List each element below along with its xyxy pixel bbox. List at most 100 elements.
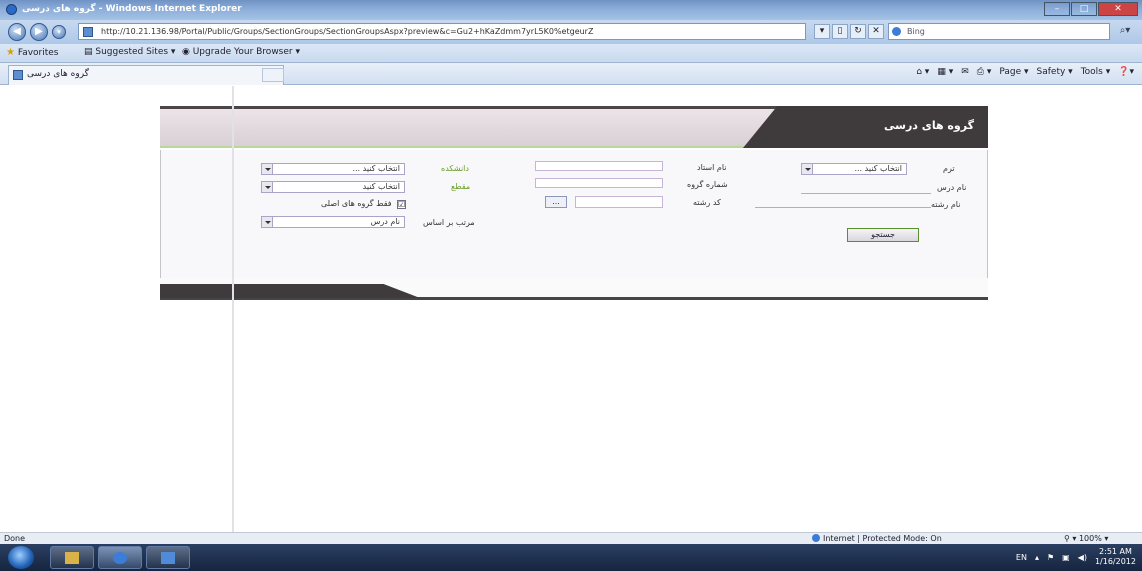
address-dropdown-button[interactable]: ▾	[814, 24, 830, 39]
zoom-level: 100%	[1078, 534, 1102, 543]
address-bar-row: ◀ ▶ ▾ http://10.21.136.98/Portal/Public/…	[0, 20, 1142, 44]
page-icon	[83, 27, 93, 37]
maximize-button[interactable]: □	[1071, 2, 1097, 16]
system-tray: EN ▴ ⚑ ▣ ◀) 2:51 AM 1/16/2012	[1016, 547, 1136, 567]
zoom-control[interactable]: ⚲ ▾ 100% ▾	[1064, 533, 1108, 544]
course-name-label: نام درس	[937, 183, 967, 192]
tab-page-icon	[13, 70, 23, 80]
compatibility-icon[interactable]: ▯	[832, 24, 848, 39]
chevron-down-icon	[262, 164, 273, 174]
stop-icon[interactable]: ✕	[868, 24, 884, 39]
search-icon[interactable]: ⌕▾	[1114, 23, 1136, 40]
sort-by-label: مرتب بر اساس	[423, 218, 475, 227]
browse-button[interactable]: ...	[545, 196, 567, 208]
security-zone[interactable]: Internet | Protected Mode: On	[812, 533, 942, 544]
term-select[interactable]: انتخاب کنید ...	[801, 163, 907, 175]
suggested-sites-link[interactable]: ▤ Suggested Sites ▾	[84, 47, 175, 57]
security-zone-label: Internet | Protected Mode: On	[823, 534, 942, 543]
faculty-select[interactable]: انتخاب کنید ...	[261, 163, 405, 175]
major-name-input[interactable]	[755, 207, 931, 208]
teacher-name-label: نام استاد	[697, 163, 727, 172]
faculty-label: دانشکده	[441, 164, 469, 173]
taskbar-internet-explorer[interactable]	[98, 546, 142, 569]
page-menu[interactable]: Page ▾	[999, 67, 1028, 77]
recent-pages-button[interactable]: ▾	[52, 25, 66, 39]
minimize-button[interactable]: –	[1044, 2, 1070, 16]
globe-icon	[812, 534, 820, 542]
media-player-icon	[161, 552, 175, 564]
help-icon[interactable]: ❓▾	[1118, 67, 1134, 77]
bing-icon	[892, 27, 901, 36]
term-select-value: انتخاب کنید ...	[854, 164, 902, 173]
folder-icon	[65, 552, 79, 564]
language-indicator[interactable]: EN	[1016, 553, 1027, 562]
search-button[interactable]: جستجو	[847, 228, 919, 242]
status-bar: Done Internet | Protected Mode: On ⚲ ▾ 1…	[0, 532, 1142, 544]
major-code-label: کد رشته	[693, 198, 721, 207]
search-form: ترم انتخاب کنید ... نام استاد دانشکده ان…	[160, 150, 988, 278]
faculty-select-value: انتخاب کنید ...	[352, 164, 400, 173]
scan-streak	[232, 86, 234, 532]
print-icon[interactable]: ⎙ ▾	[977, 67, 992, 77]
tab-title: گروه های درسی	[27, 69, 89, 79]
level-label: مقطع	[451, 182, 471, 191]
teacher-name-input[interactable]	[535, 161, 663, 171]
status-text: Done	[4, 534, 26, 543]
panel-footer-tab	[160, 284, 420, 298]
ie-icon	[113, 552, 127, 564]
start-button[interactable]	[8, 546, 34, 569]
home-icon[interactable]: ⌂ ▾	[916, 67, 929, 77]
taskbar-explorer[interactable]	[50, 546, 94, 569]
panel-header: گروه های درسی	[160, 106, 988, 148]
clock-time: 2:51 AM	[1099, 547, 1132, 556]
mail-icon[interactable]: ✉	[961, 67, 969, 77]
taskbar: EN ▴ ⚑ ▣ ◀) 2:51 AM 1/16/2012	[0, 544, 1142, 571]
taskbar-media-player[interactable]	[146, 546, 190, 569]
major-code-input[interactable]	[575, 196, 663, 208]
search-input[interactable]: Bing	[888, 23, 1110, 40]
course-name-input[interactable]	[801, 193, 931, 194]
page-title: گروه های درسی	[884, 119, 974, 132]
level-select-value: انتخاب کنید	[362, 182, 400, 191]
refresh-icon[interactable]: ↻	[850, 24, 866, 39]
back-button[interactable]: ◀	[8, 23, 26, 41]
address-input[interactable]: http://10.21.136.98/Portal/Public/Groups…	[78, 23, 806, 40]
safety-menu[interactable]: Safety ▾	[1037, 67, 1073, 77]
course-groups-panel: گروه های درسی ترم انتخاب کنید ... نام اس…	[160, 106, 988, 300]
window-title: گروه های درسی - Windows Internet Explore…	[22, 4, 242, 14]
chevron-down-icon	[802, 164, 813, 174]
term-label: ترم	[943, 164, 955, 173]
show-hidden-icons-icon[interactable]: ▴	[1035, 553, 1039, 562]
network-icon[interactable]: ▣	[1062, 553, 1070, 562]
search-placeholder: Bing	[907, 27, 925, 36]
feeds-icon[interactable]: ▦ ▾	[937, 67, 953, 77]
chevron-down-icon	[262, 182, 273, 192]
new-tab-button[interactable]	[262, 68, 284, 82]
forward-button[interactable]: ▶	[30, 23, 48, 41]
upgrade-browser-link[interactable]: ◉ Upgrade Your Browser ▾	[182, 47, 300, 57]
favorites-button[interactable]: ★ Favorites	[6, 47, 59, 58]
tools-menu[interactable]: Tools ▾	[1081, 67, 1111, 77]
upgrade-browser-label: Upgrade Your Browser ▾	[192, 47, 300, 57]
sort-by-select-value: نام درس	[370, 217, 400, 226]
major-name-label: نام رشته	[931, 200, 961, 209]
main-groups-only-checkbox[interactable]: ☑	[397, 200, 406, 209]
command-buttons: ⌂ ▾ ▦ ▾ ✉ ⎙ ▾ Page ▾ Safety ▾ Tools ▾ ❓▾	[916, 67, 1134, 77]
command-bar: گروه های درسی ⌂ ▾ ▦ ▾ ✉ ⎙ ▾ Page ▾ Safet…	[0, 63, 1142, 85]
tab-active[interactable]: گروه های درسی	[8, 65, 284, 85]
chevron-down-icon	[262, 217, 273, 227]
flag-icon[interactable]: ⚑	[1047, 553, 1054, 562]
group-number-input[interactable]	[535, 178, 663, 188]
suggested-sites-label: Suggested Sites ▾	[95, 47, 176, 57]
sort-by-select[interactable]: نام درس	[261, 216, 405, 228]
window-title-bar: گروه های درسی - Windows Internet Explore…	[0, 0, 1142, 20]
clock-date: 1/16/2012	[1094, 557, 1136, 566]
clock[interactable]: 2:51 AM 1/16/2012	[1095, 547, 1136, 567]
window-controls: – □ ✕	[1043, 2, 1138, 16]
close-button[interactable]: ✕	[1098, 2, 1138, 16]
star-icon: ★	[6, 47, 15, 58]
favorites-label: Favorites	[17, 48, 59, 58]
level-select[interactable]: انتخاب کنید	[261, 181, 405, 193]
volume-icon[interactable]: ◀)	[1078, 553, 1087, 562]
group-number-label: شماره گروه	[687, 180, 728, 189]
